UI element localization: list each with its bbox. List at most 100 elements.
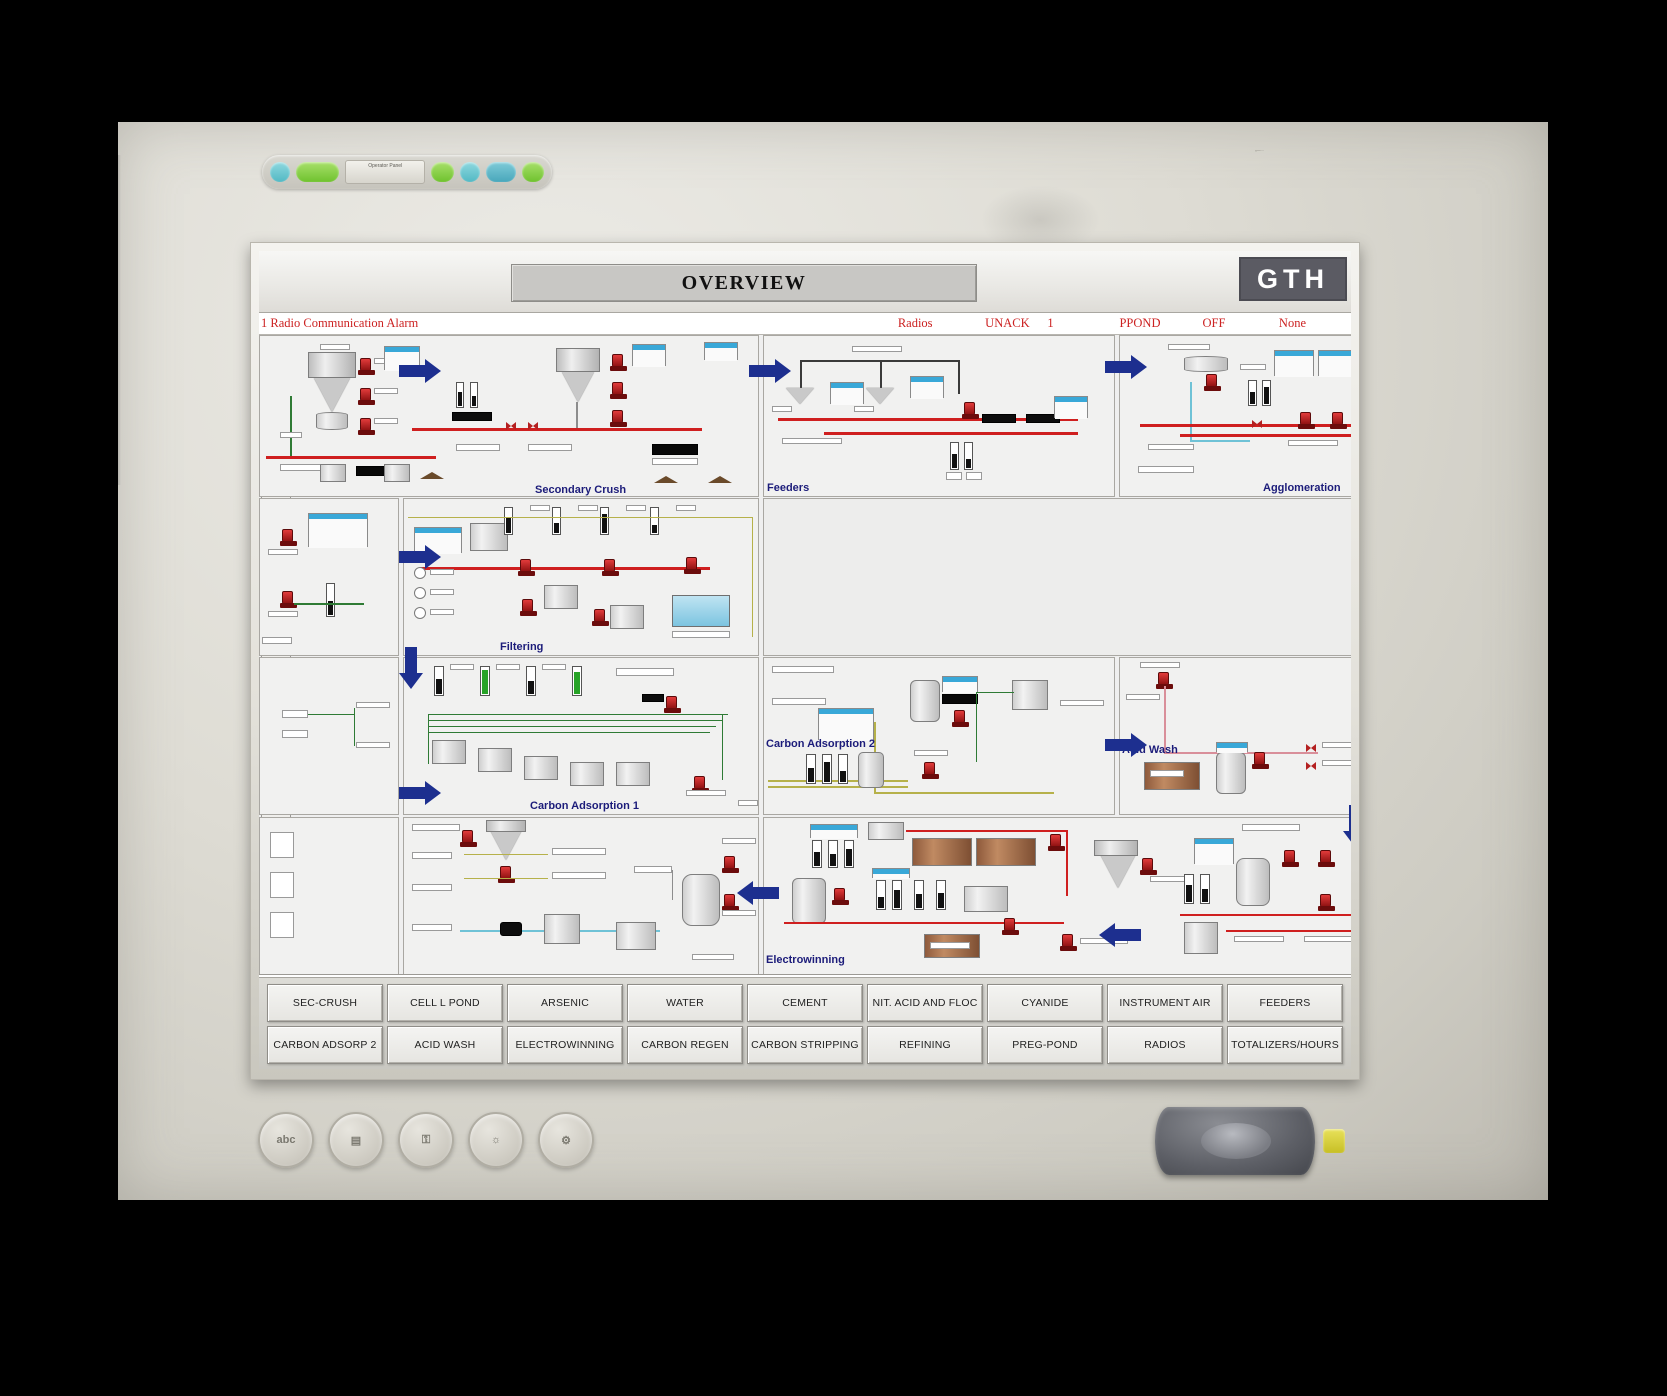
nav-button-sec-crush[interactable]: SEC-CRUSH — [267, 984, 383, 1022]
nav-button-preg-pond[interactable]: PREG-POND — [987, 1026, 1103, 1064]
trackball-nav-pad[interactable] — [1155, 1103, 1355, 1179]
mimic-cell-electrowinning[interactable]: Electrowinning — [763, 817, 1351, 974]
faceplate-filter-1[interactable] — [414, 527, 462, 554]
mimic-cell-acid-wash[interactable]: Acid Wash — [1119, 657, 1351, 815]
pipe-ca2-4 — [874, 792, 1054, 794]
nav-button-nit-acid-floc[interactable]: NIT. ACID AND FLOC — [867, 984, 983, 1022]
ca1-tank-5 — [616, 762, 650, 786]
pipe-ca1-d — [428, 732, 710, 733]
pump-acid-1 — [1156, 672, 1173, 689]
nav-button-arsenic[interactable]: ARSENIC — [507, 984, 623, 1022]
mimic-cell-feeders[interactable]: Feeders — [763, 335, 1115, 497]
faceplate-feeder-1[interactable] — [830, 382, 864, 405]
tag-crush-3 — [374, 388, 398, 394]
mimic-cell-utility-left[interactable] — [259, 657, 399, 815]
faceplate-ca2-1[interactable] — [818, 708, 874, 741]
nav-button-carbon-stripping[interactable]: CARBON STRIPPING — [747, 1026, 863, 1064]
pipe-ref-2 — [464, 878, 548, 879]
nav-button-cement[interactable]: CEMENT — [747, 984, 863, 1022]
abc-icon-button[interactable]: abc — [258, 1112, 314, 1168]
level-bar-ca2-3 — [838, 754, 848, 784]
window-icon-button[interactable]: ▤ — [328, 1112, 384, 1168]
stockpile-crush — [420, 472, 444, 479]
tag-filter-5 — [430, 569, 454, 575]
faceplate-agglom-2[interactable] — [1318, 350, 1351, 377]
faceplate-feeder-2[interactable] — [910, 376, 944, 399]
ew-cone — [1100, 854, 1136, 888]
tag-agglom-5 — [1288, 440, 1338, 446]
faceplate-agglom-1[interactable] — [1274, 350, 1314, 377]
pipe-filter-olive2 — [752, 517, 753, 637]
nav-button-water[interactable]: WATER — [627, 984, 743, 1022]
mimic-cell-filtering[interactable]: Filtering — [403, 498, 759, 656]
mimic-cell-carbon-adsorption-2[interactable]: Carbon Adsorption 2 — [763, 657, 1115, 815]
faceplate-feeder-3[interactable] — [1054, 396, 1088, 419]
pipe-crush-green — [290, 396, 292, 456]
valve-acid-2[interactable] — [1306, 762, 1316, 770]
ca2-column-1 — [910, 680, 940, 722]
nav-pad-surface[interactable] — [1155, 1107, 1315, 1175]
ew-vessel-r1 — [1236, 858, 1270, 906]
level-bar-ew-7 — [936, 880, 946, 910]
level-bar-feeder-1 — [950, 442, 959, 470]
faceplate-sec-b[interactable] — [704, 342, 738, 361]
pipe-ca2-6 — [768, 786, 908, 788]
tag-ew-2 — [930, 942, 970, 949]
panel-shadow — [105, 155, 121, 485]
mimic-cell-agglomeration[interactable]: Agglomeration — [1119, 335, 1351, 497]
pipe-sec-main — [412, 428, 702, 431]
filter-tank-3 — [610, 605, 644, 629]
mimic-cell-leach-pumps[interactable] — [259, 498, 399, 656]
valve-sec-1[interactable] — [506, 422, 516, 430]
valve-agglom-1[interactable] — [1252, 420, 1262, 428]
faceplate-ca2-2[interactable] — [942, 676, 978, 693]
area-label-electrowinning: Electrowinning — [766, 954, 845, 966]
faceplate-acid-1[interactable] — [1216, 742, 1248, 753]
faceplate-ew-3[interactable] — [1194, 838, 1234, 865]
mimic-cell-bottom-left[interactable] — [259, 817, 399, 974]
nav-button-totalizers-hours[interactable]: TOTALIZERS/HOURS — [1227, 1026, 1343, 1064]
panel-id-label: Operator Panel — [345, 160, 426, 184]
pump-acid-2 — [1252, 752, 1269, 769]
area-label-feeders: Feeders — [767, 482, 810, 494]
nav-pad-yellow-button[interactable] — [1323, 1129, 1345, 1153]
agglom-drum — [1184, 356, 1228, 372]
ew-cell-2 — [976, 838, 1036, 866]
nav-button-electrowinning[interactable]: ELECTROWINNING — [507, 1026, 623, 1064]
level-bar-ew-1 — [812, 840, 822, 868]
pump-ew-4 — [1002, 918, 1019, 935]
brightness-icon-button[interactable]: ☼ — [468, 1112, 524, 1168]
nav-button-radios[interactable]: RADIOS — [1107, 1026, 1223, 1064]
mimic-cell-refining[interactable]: Refining — [403, 817, 759, 974]
faceplate-ew-1[interactable] — [810, 824, 858, 839]
pump-leach-1 — [280, 529, 297, 546]
process-mimic-canvas[interactable]: Secondary Crush Feeders Agglomeration Fi… — [259, 335, 1351, 975]
faceplate-crush-a[interactable] — [384, 346, 420, 371]
area-label-filtering: Filtering — [500, 641, 544, 653]
tag-bl-3 — [270, 912, 294, 938]
faceplate-leach-1[interactable] — [308, 513, 368, 548]
nav-button-instrument-air[interactable]: INSTRUMENT AIR — [1107, 984, 1223, 1022]
nav-button-feeders[interactable]: FEEDERS — [1227, 984, 1343, 1022]
gauge-filter-2 — [414, 587, 426, 599]
faceplate-ew-2[interactable] — [872, 868, 910, 879]
settings-icon-button[interactable]: ⚙ — [538, 1112, 594, 1168]
valve-acid-1[interactable] — [1306, 744, 1316, 752]
alarm-banner[interactable]: 1 Radio Communication Alarm Radios UNACK… — [259, 313, 1351, 335]
faceplate-sec-a[interactable] — [632, 344, 666, 367]
crusher-cone-1 — [314, 378, 350, 412]
pump-ref-4 — [722, 894, 739, 911]
nav-button-carbon-regen[interactable]: CARBON REGEN — [627, 1026, 743, 1064]
mimic-cell-secondary-crush[interactable]: Secondary Crush — [259, 335, 759, 497]
nav-button-cyanide[interactable]: CYANIDE — [987, 984, 1103, 1022]
tag-ref-2 — [412, 852, 452, 859]
pump-agglom-2 — [1298, 412, 1315, 429]
mimic-cell-carbon-adsorption-1[interactable]: Carbon Adsorption 1 — [403, 657, 759, 815]
tag-acid-5 — [1322, 760, 1351, 766]
nav-button-refining[interactable]: REFINING — [867, 1026, 983, 1064]
nav-button-acid-wash[interactable]: ACID WASH — [387, 1026, 503, 1064]
nav-button-cell-l-pond[interactable]: CELL L POND — [387, 984, 503, 1022]
nav-button-carbon-adsorp-2[interactable]: CARBON ADSORP 2 — [267, 1026, 383, 1064]
valve-sec-2[interactable] — [528, 422, 538, 430]
key-icon-button[interactable]: ⚿ — [398, 1112, 454, 1168]
